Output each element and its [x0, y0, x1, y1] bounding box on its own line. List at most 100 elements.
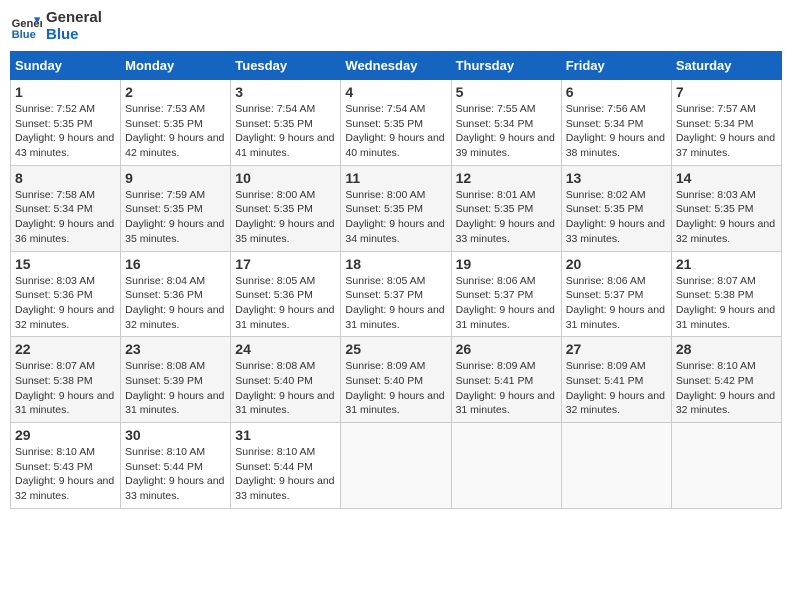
logo-icon: General Blue — [10, 11, 42, 43]
calendar-cell — [451, 423, 561, 509]
day-info: Sunrise: 8:10 AM Sunset: 5:44 PM Dayligh… — [125, 445, 226, 504]
calendar-cell: 11 Sunrise: 8:00 AM Sunset: 5:35 PM Dayl… — [341, 165, 451, 251]
calendar-cell: 23 Sunrise: 8:08 AM Sunset: 5:39 PM Dayl… — [121, 337, 231, 423]
calendar-week-row: 22 Sunrise: 8:07 AM Sunset: 5:38 PM Dayl… — [11, 337, 782, 423]
day-number: 5 — [456, 84, 557, 100]
col-sunday: Sunday — [11, 52, 121, 80]
day-number: 11 — [345, 170, 446, 186]
calendar-cell: 24 Sunrise: 8:08 AM Sunset: 5:40 PM Dayl… — [231, 337, 341, 423]
day-info: Sunrise: 8:04 AM Sunset: 5:36 PM Dayligh… — [125, 274, 226, 333]
day-number: 21 — [676, 256, 777, 272]
day-number: 2 — [125, 84, 226, 100]
calendar-table: Sunday Monday Tuesday Wednesday Thursday… — [10, 51, 782, 509]
day-number: 8 — [15, 170, 116, 186]
day-info: Sunrise: 8:06 AM Sunset: 5:37 PM Dayligh… — [566, 274, 667, 333]
day-info: Sunrise: 8:09 AM Sunset: 5:40 PM Dayligh… — [345, 359, 446, 418]
day-info: Sunrise: 7:53 AM Sunset: 5:35 PM Dayligh… — [125, 102, 226, 161]
day-number: 26 — [456, 341, 557, 357]
day-number: 13 — [566, 170, 667, 186]
calendar-cell: 12 Sunrise: 8:01 AM Sunset: 5:35 PM Dayl… — [451, 165, 561, 251]
calendar-cell — [341, 423, 451, 509]
day-info: Sunrise: 8:00 AM Sunset: 5:35 PM Dayligh… — [345, 188, 446, 247]
day-number: 24 — [235, 341, 336, 357]
day-info: Sunrise: 8:05 AM Sunset: 5:37 PM Dayligh… — [345, 274, 446, 333]
calendar-cell: 19 Sunrise: 8:06 AM Sunset: 5:37 PM Dayl… — [451, 251, 561, 337]
day-info: Sunrise: 8:05 AM Sunset: 5:36 PM Dayligh… — [235, 274, 336, 333]
day-number: 1 — [15, 84, 116, 100]
day-info: Sunrise: 8:09 AM Sunset: 5:41 PM Dayligh… — [566, 359, 667, 418]
calendar-cell: 22 Sunrise: 8:07 AM Sunset: 5:38 PM Dayl… — [11, 337, 121, 423]
calendar-cell: 30 Sunrise: 8:10 AM Sunset: 5:44 PM Dayl… — [121, 423, 231, 509]
calendar-cell: 26 Sunrise: 8:09 AM Sunset: 5:41 PM Dayl… — [451, 337, 561, 423]
logo: General Blue General Blue — [10, 10, 102, 43]
calendar-cell: 8 Sunrise: 7:58 AM Sunset: 5:34 PM Dayli… — [11, 165, 121, 251]
calendar-cell: 25 Sunrise: 8:09 AM Sunset: 5:40 PM Dayl… — [341, 337, 451, 423]
day-number: 25 — [345, 341, 446, 357]
day-number: 30 — [125, 427, 226, 443]
calendar-cell — [671, 423, 781, 509]
col-thursday: Thursday — [451, 52, 561, 80]
day-info: Sunrise: 8:07 AM Sunset: 5:38 PM Dayligh… — [676, 274, 777, 333]
day-number: 18 — [345, 256, 446, 272]
col-tuesday: Tuesday — [231, 52, 341, 80]
svg-text:Blue: Blue — [12, 29, 36, 41]
calendar-cell: 29 Sunrise: 8:10 AM Sunset: 5:43 PM Dayl… — [11, 423, 121, 509]
day-info: Sunrise: 7:54 AM Sunset: 5:35 PM Dayligh… — [235, 102, 336, 161]
calendar-cell: 28 Sunrise: 8:10 AM Sunset: 5:42 PM Dayl… — [671, 337, 781, 423]
calendar-week-row: 1 Sunrise: 7:52 AM Sunset: 5:35 PM Dayli… — [11, 80, 782, 166]
day-info: Sunrise: 7:59 AM Sunset: 5:35 PM Dayligh… — [125, 188, 226, 247]
day-number: 9 — [125, 170, 226, 186]
calendar-cell: 3 Sunrise: 7:54 AM Sunset: 5:35 PM Dayli… — [231, 80, 341, 166]
day-info: Sunrise: 7:58 AM Sunset: 5:34 PM Dayligh… — [15, 188, 116, 247]
day-number: 7 — [676, 84, 777, 100]
page-header: General Blue General Blue — [10, 10, 782, 43]
calendar-cell: 2 Sunrise: 7:53 AM Sunset: 5:35 PM Dayli… — [121, 80, 231, 166]
calendar-cell: 9 Sunrise: 7:59 AM Sunset: 5:35 PM Dayli… — [121, 165, 231, 251]
day-number: 20 — [566, 256, 667, 272]
day-info: Sunrise: 7:54 AM Sunset: 5:35 PM Dayligh… — [345, 102, 446, 161]
day-number: 6 — [566, 84, 667, 100]
day-number: 28 — [676, 341, 777, 357]
day-info: Sunrise: 7:56 AM Sunset: 5:34 PM Dayligh… — [566, 102, 667, 161]
day-info: Sunrise: 8:10 AM Sunset: 5:44 PM Dayligh… — [235, 445, 336, 504]
day-info: Sunrise: 8:09 AM Sunset: 5:41 PM Dayligh… — [456, 359, 557, 418]
calendar-cell — [561, 423, 671, 509]
day-number: 10 — [235, 170, 336, 186]
day-number: 22 — [15, 341, 116, 357]
col-saturday: Saturday — [671, 52, 781, 80]
calendar-cell: 27 Sunrise: 8:09 AM Sunset: 5:41 PM Dayl… — [561, 337, 671, 423]
calendar-cell: 6 Sunrise: 7:56 AM Sunset: 5:34 PM Dayli… — [561, 80, 671, 166]
day-number: 14 — [676, 170, 777, 186]
day-number: 4 — [345, 84, 446, 100]
col-wednesday: Wednesday — [341, 52, 451, 80]
day-number: 29 — [15, 427, 116, 443]
day-info: Sunrise: 8:07 AM Sunset: 5:38 PM Dayligh… — [15, 359, 116, 418]
day-number: 19 — [456, 256, 557, 272]
calendar-cell: 7 Sunrise: 7:57 AM Sunset: 5:34 PM Dayli… — [671, 80, 781, 166]
day-number: 31 — [235, 427, 336, 443]
calendar-week-row: 8 Sunrise: 7:58 AM Sunset: 5:34 PM Dayli… — [11, 165, 782, 251]
calendar-cell: 16 Sunrise: 8:04 AM Sunset: 5:36 PM Dayl… — [121, 251, 231, 337]
day-info: Sunrise: 8:08 AM Sunset: 5:40 PM Dayligh… — [235, 359, 336, 418]
day-number: 12 — [456, 170, 557, 186]
calendar-cell: 14 Sunrise: 8:03 AM Sunset: 5:35 PM Dayl… — [671, 165, 781, 251]
col-monday: Monday — [121, 52, 231, 80]
day-info: Sunrise: 8:10 AM Sunset: 5:43 PM Dayligh… — [15, 445, 116, 504]
day-info: Sunrise: 7:57 AM Sunset: 5:34 PM Dayligh… — [676, 102, 777, 161]
day-info: Sunrise: 8:08 AM Sunset: 5:39 PM Dayligh… — [125, 359, 226, 418]
calendar-cell: 4 Sunrise: 7:54 AM Sunset: 5:35 PM Dayli… — [341, 80, 451, 166]
calendar-cell: 5 Sunrise: 7:55 AM Sunset: 5:34 PM Dayli… — [451, 80, 561, 166]
day-info: Sunrise: 7:55 AM Sunset: 5:34 PM Dayligh… — [456, 102, 557, 161]
calendar-cell: 10 Sunrise: 8:00 AM Sunset: 5:35 PM Dayl… — [231, 165, 341, 251]
day-number: 27 — [566, 341, 667, 357]
calendar-cell: 17 Sunrise: 8:05 AM Sunset: 5:36 PM Dayl… — [231, 251, 341, 337]
calendar-header-row: Sunday Monday Tuesday Wednesday Thursday… — [11, 52, 782, 80]
calendar-cell: 1 Sunrise: 7:52 AM Sunset: 5:35 PM Dayli… — [11, 80, 121, 166]
calendar-cell: 20 Sunrise: 8:06 AM Sunset: 5:37 PM Dayl… — [561, 251, 671, 337]
logo-line1: General — [46, 10, 102, 27]
col-friday: Friday — [561, 52, 671, 80]
calendar-cell: 13 Sunrise: 8:02 AM Sunset: 5:35 PM Dayl… — [561, 165, 671, 251]
calendar-week-row: 29 Sunrise: 8:10 AM Sunset: 5:43 PM Dayl… — [11, 423, 782, 509]
logo-line2: Blue — [46, 27, 102, 44]
day-info: Sunrise: 8:06 AM Sunset: 5:37 PM Dayligh… — [456, 274, 557, 333]
